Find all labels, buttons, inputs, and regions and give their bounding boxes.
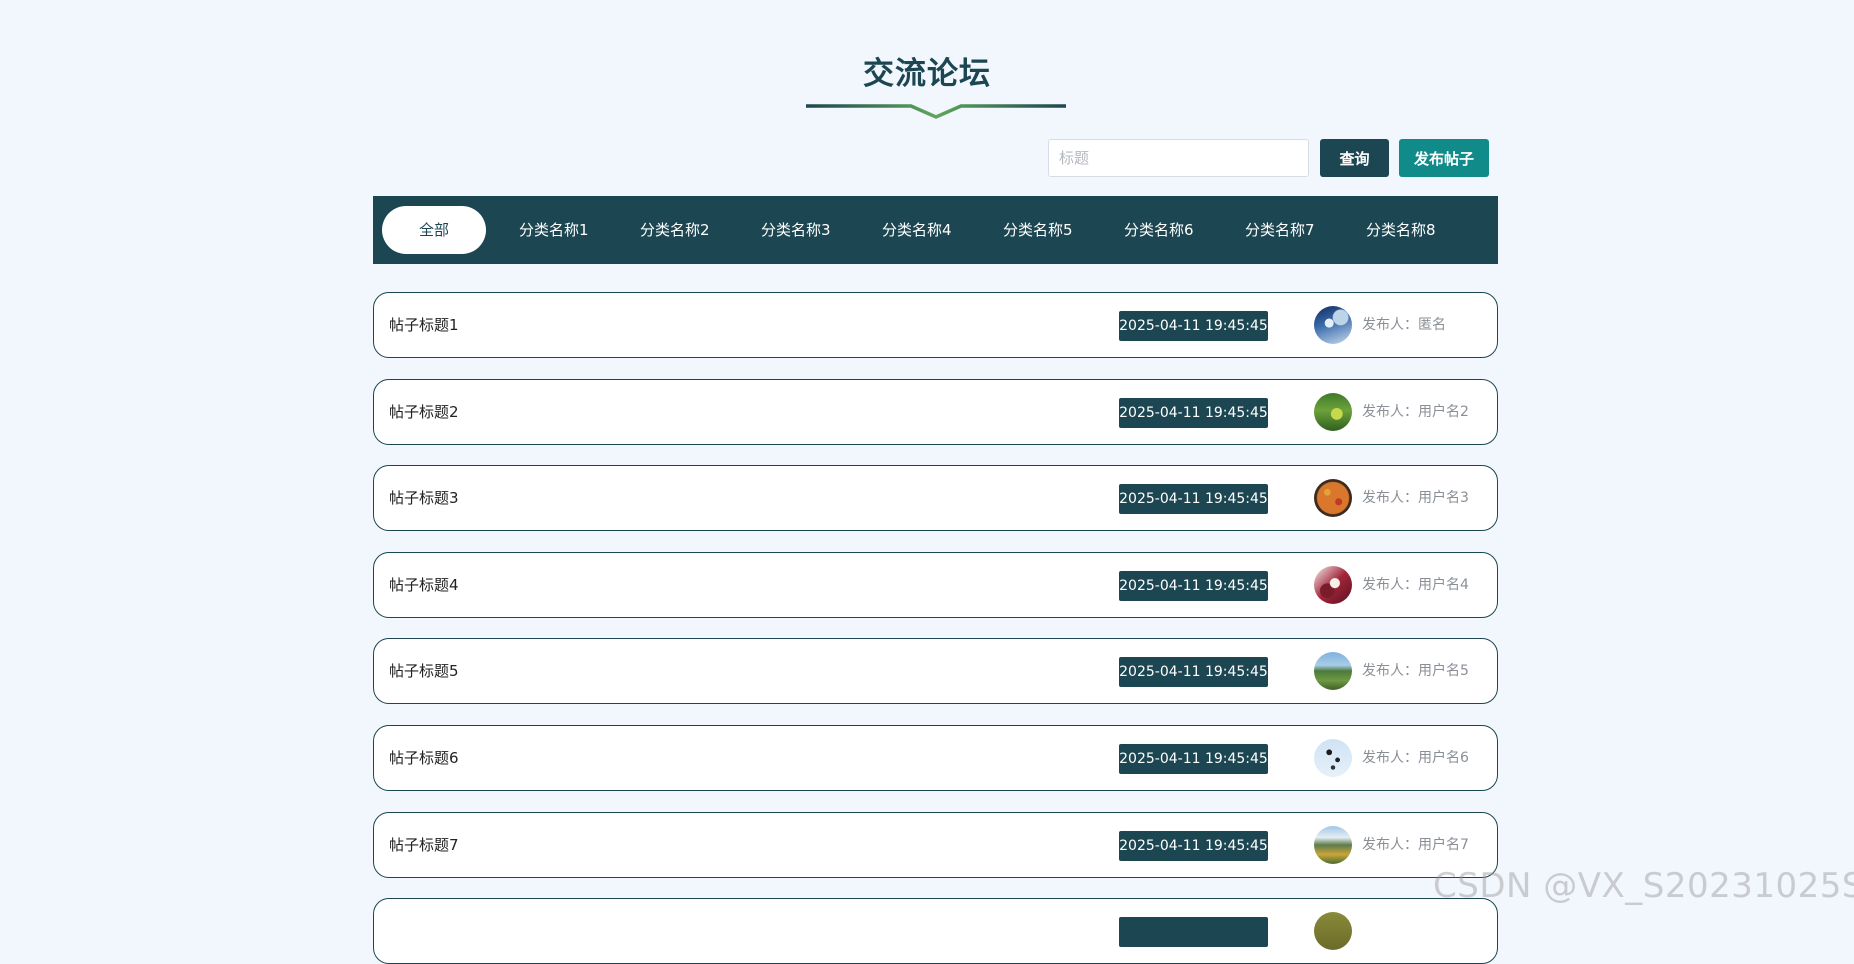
post-author: 发布人：用户名3 [1362, 490, 1469, 506]
post-item[interactable]: 帖子标题3 2025-04-11 19:45:45 发布人：用户名3 [373, 465, 1498, 531]
post-item[interactable]: 帖子标题6 2025-04-11 19:45:45 发布人：用户名6 [373, 725, 1498, 791]
publish-post-button[interactable]: 发布帖子 [1399, 139, 1489, 177]
page-title: 交流论坛 [863, 56, 991, 92]
category-tab-3[interactable]: 分类名称3 [761, 206, 831, 254]
post-title[interactable]: 帖子标题7 [389, 813, 459, 877]
post-item[interactable]: 帖子标题4 2025-04-11 19:45:45 发布人：用户名4 [373, 552, 1498, 618]
author-avatar [1314, 306, 1352, 344]
author-avatar [1314, 393, 1352, 431]
category-tab-5[interactable]: 分类名称5 [1003, 206, 1073, 254]
post-time-badge: 2025-04-11 19:45:45 [1119, 571, 1268, 601]
search-input[interactable] [1048, 139, 1309, 177]
post-time-badge: 2025-04-11 19:45:45 [1119, 744, 1268, 774]
category-bar: 全部 分类名称1 分类名称2 分类名称3 分类名称4 分类名称5 分类名称6 分… [373, 196, 1498, 264]
post-title[interactable]: 帖子标题1 [389, 293, 459, 357]
category-tab-1[interactable]: 分类名称1 [519, 206, 589, 254]
post-title[interactable]: 帖子标题6 [389, 726, 459, 790]
post-item[interactable]: 帖子标题2 2025-04-11 19:45:45 发布人：用户名2 [373, 379, 1498, 445]
category-tab-4[interactable]: 分类名称4 [882, 206, 952, 254]
author-avatar [1314, 566, 1352, 604]
category-tab-all[interactable]: 全部 [382, 206, 486, 254]
post-time-badge [1119, 917, 1268, 947]
watermark-text: CSDN @VX_S20231025S [1433, 866, 1854, 906]
post-title[interactable]: 帖子标题3 [389, 466, 459, 530]
post-time-badge: 2025-04-11 19:45:45 [1119, 484, 1268, 514]
author-avatar [1314, 826, 1352, 864]
query-button[interactable]: 查询 [1320, 139, 1389, 177]
author-avatar [1314, 479, 1352, 517]
title-underline-decoration [806, 104, 1066, 119]
post-time-badge: 2025-04-11 19:45:45 [1119, 398, 1268, 428]
post-item[interactable]: 帖子标题5 2025-04-11 19:45:45 发布人：用户名5 [373, 638, 1498, 704]
post-item[interactable]: 帖子标题7 2025-04-11 19:45:45 发布人：用户名7 [373, 812, 1498, 878]
post-title[interactable]: 帖子标题2 [389, 380, 459, 444]
post-author: 发布人：用户名6 [1362, 750, 1469, 766]
author-avatar [1314, 912, 1352, 950]
post-author: 发布人：用户名4 [1362, 577, 1469, 593]
category-tab-7[interactable]: 分类名称7 [1245, 206, 1315, 254]
author-avatar [1314, 739, 1352, 777]
post-title[interactable]: 帖子标题5 [389, 639, 459, 703]
category-tab-6[interactable]: 分类名称6 [1124, 206, 1194, 254]
category-tab-2[interactable]: 分类名称2 [640, 206, 710, 254]
post-item[interactable] [373, 898, 1498, 964]
post-author: 发布人：用户名5 [1362, 663, 1469, 679]
post-time-badge: 2025-04-11 19:45:45 [1119, 657, 1268, 687]
post-item[interactable]: 帖子标题1 2025-04-11 19:45:45 发布人：匿名 [373, 292, 1498, 358]
post-time-badge: 2025-04-11 19:45:45 [1119, 311, 1268, 341]
post-time-badge: 2025-04-11 19:45:45 [1119, 831, 1268, 861]
author-avatar [1314, 652, 1352, 690]
post-author: 发布人：用户名2 [1362, 404, 1469, 420]
category-tab-8[interactable]: 分类名称8 [1366, 206, 1436, 254]
post-title[interactable]: 帖子标题4 [389, 553, 459, 617]
post-author: 发布人：匿名 [1362, 317, 1446, 333]
